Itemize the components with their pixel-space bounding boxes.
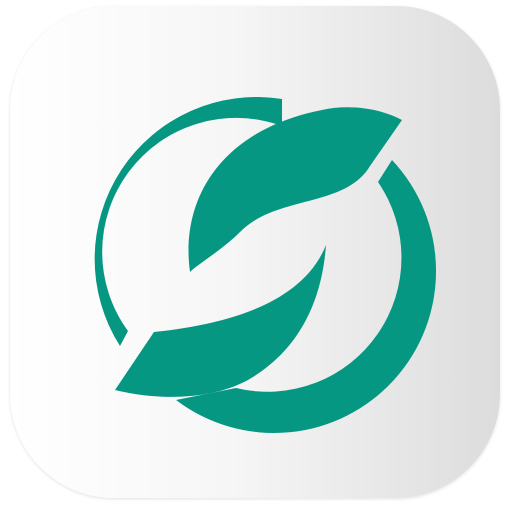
leaf-lower — [115, 245, 326, 397]
ring-arc-left — [94, 97, 282, 346]
leaf-swirl-logo-icon — [94, 97, 437, 434]
app-icon-stage — [0, 0, 512, 512]
logo-shapes — [94, 97, 437, 434]
leaf-upper — [188, 107, 402, 273]
